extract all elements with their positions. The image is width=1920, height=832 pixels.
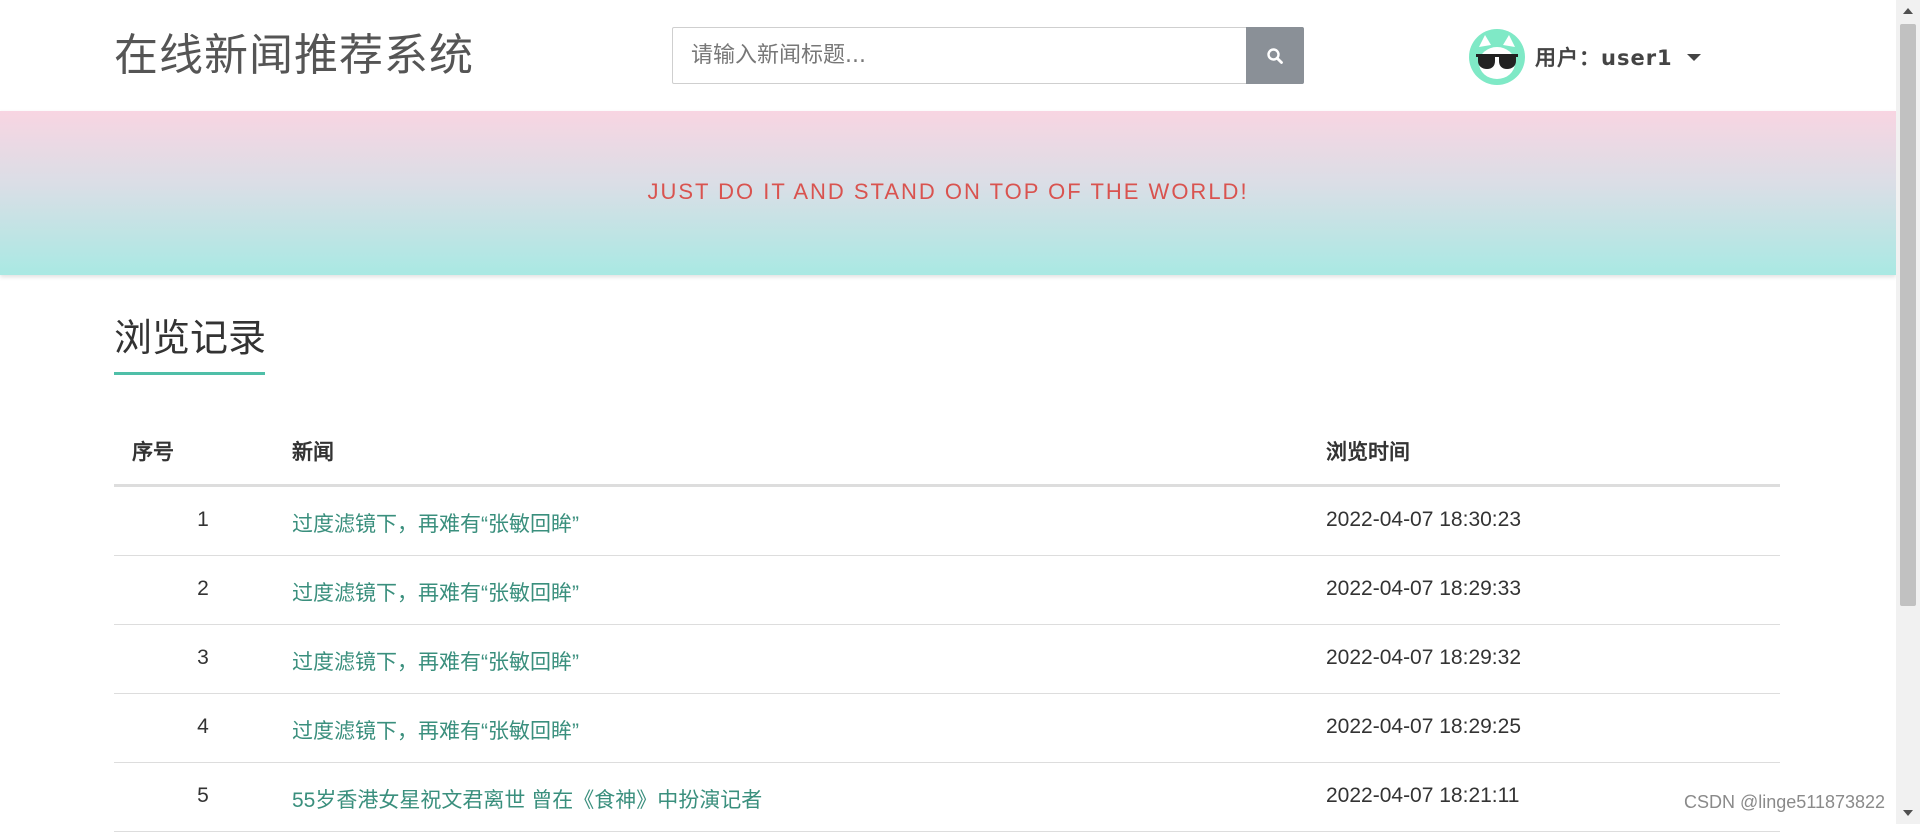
site-title[interactable]: 在线新闻推荐系统: [114, 28, 474, 84]
vertical-scrollbar[interactable]: [1896, 0, 1920, 824]
view-time: 2022-04-07 18:29:32: [1326, 646, 1521, 669]
table-row: 3 过度滤镜下，再难有“张敏回眸” 2022-04-07 18:29:32: [114, 625, 1780, 694]
scroll-thumb[interactable]: [1900, 24, 1916, 606]
history-table: 序号 新闻 浏览时间 1 过度滤镜下，再难有“张敏回眸” 2022-04-07 …: [114, 418, 1780, 832]
row-number: 5: [197, 784, 209, 807]
title-underline: [114, 372, 265, 375]
watermark: CSDN @linge511873822: [1684, 792, 1886, 812]
news-link[interactable]: 过度滤镜下，再难有“张敏回眸”: [292, 715, 579, 745]
news-link[interactable]: 过度滤镜下，再难有“张敏回眸”: [292, 508, 579, 538]
table-row: 2 过度滤镜下，再难有“张敏回眸” 2022-04-07 18:29:33: [114, 556, 1780, 625]
banner: JUST DO IT AND STAND ON TOP OF THE WORLD…: [0, 111, 1896, 275]
search-icon: [1267, 47, 1283, 64]
header: 在线新闻推荐系统 用户：user1: [0, 0, 1896, 111]
banner-slogan: JUST DO IT AND STAND ON TOP OF THE WORLD…: [647, 179, 1249, 204]
page-title: 浏览记录: [114, 316, 267, 360]
row-number: 2: [197, 577, 209, 600]
avatar[interactable]: [1469, 29, 1525, 85]
table-row: 5 55岁香港女星祝文君离世 曾在《食神》中扮演记者 2022-04-07 18…: [114, 763, 1780, 832]
view-time: 2022-04-07 18:29:33: [1326, 577, 1521, 600]
user-menu[interactable]: 用户：user1: [1469, 29, 1701, 85]
scroll-down-arrow-icon[interactable]: [1903, 810, 1913, 816]
view-time: 2022-04-07 18:29:25: [1326, 715, 1521, 738]
chevron-down-icon[interactable]: [1686, 53, 1701, 61]
news-link[interactable]: 过度滤镜下，再难有“张敏回眸”: [292, 577, 579, 607]
news-link[interactable]: 过度滤镜下，再难有“张敏回眸”: [292, 646, 579, 676]
header-number: 序号: [132, 440, 174, 464]
user-label[interactable]: 用户：user1: [1535, 42, 1673, 72]
header-news: 新闻: [292, 440, 334, 464]
view-time: 2022-04-07 18:30:23: [1326, 508, 1521, 531]
search-input[interactable]: [672, 27, 1303, 84]
header-time: 浏览时间: [1326, 440, 1410, 464]
scroll-up-arrow-icon[interactable]: [1903, 8, 1913, 14]
sunglasses-avatar-icon: [1476, 35, 1518, 79]
search-button[interactable]: [1246, 27, 1304, 84]
row-number: 3: [197, 646, 209, 669]
view-time: 2022-04-07 18:21:11: [1326, 784, 1520, 807]
row-number: 4: [197, 715, 209, 738]
table-row: 1 过度滤镜下，再难有“张敏回眸” 2022-04-07 18:30:23: [114, 487, 1780, 556]
news-link[interactable]: 55岁香港女星祝文君离世 曾在《食神》中扮演记者: [292, 784, 762, 814]
row-number: 1: [197, 508, 209, 531]
table-header: 序号 新闻 浏览时间: [114, 418, 1780, 487]
table-row: 4 过度滤镜下，再难有“张敏回眸” 2022-04-07 18:29:25: [114, 694, 1780, 763]
